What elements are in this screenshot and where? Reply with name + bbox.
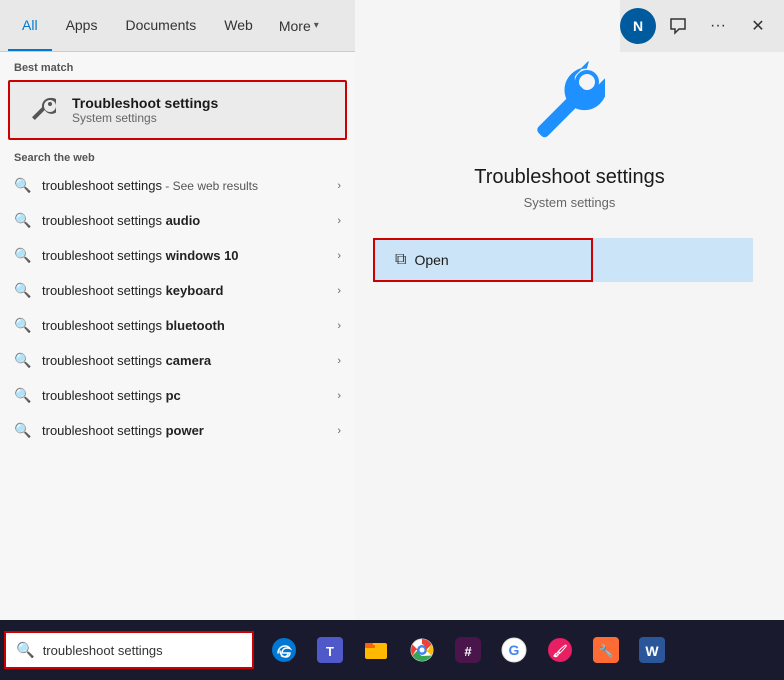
tab-documents[interactable]: Documents xyxy=(111,0,210,51)
wrench-icon xyxy=(24,92,60,128)
search-icon: 🔍 xyxy=(14,247,32,264)
taskbar-app-google[interactable]: G xyxy=(492,628,536,672)
open-button-extension xyxy=(593,238,753,282)
svg-text:T: T xyxy=(326,644,334,659)
search-icon: 🔍 xyxy=(14,212,32,229)
taskbar: 🔍 troubleshoot settings T xyxy=(0,620,784,680)
search-item-text: troubleshoot settings power xyxy=(42,423,327,438)
taskbar-app-chrome[interactable] xyxy=(400,628,444,672)
search-icon: 🔍 xyxy=(14,282,32,299)
chevron-right-icon: › xyxy=(337,250,341,262)
search-icon: 🔍 xyxy=(14,352,32,369)
large-wrench-icon xyxy=(525,60,615,150)
search-icon: 🔍 xyxy=(14,422,32,439)
chevron-down-icon: ▾ xyxy=(314,20,319,31)
list-item[interactable]: 🔍 troubleshoot settings audio › xyxy=(0,203,355,238)
right-panel-title: Troubleshoot settings xyxy=(474,166,664,189)
tab-all[interactable]: All xyxy=(8,0,52,51)
right-panel-subtitle: System settings xyxy=(524,195,616,210)
search-item-text: troubleshoot settings - See web results xyxy=(42,178,327,193)
search-icon: 🔍 xyxy=(14,177,32,194)
taskbar-search-icon: 🔍 xyxy=(16,641,35,659)
user-avatar[interactable]: N xyxy=(620,8,656,44)
search-panel: All Apps Documents Web More ▾ Best match… xyxy=(0,0,355,620)
list-item[interactable]: 🔍 troubleshoot settings windows 10 › xyxy=(0,238,355,273)
tab-web[interactable]: Web xyxy=(210,0,267,51)
svg-text:G: G xyxy=(509,642,520,658)
search-icon: 🔍 xyxy=(14,387,32,404)
taskbar-search-text: troubleshoot settings xyxy=(43,643,163,658)
svg-text:🔧: 🔧 xyxy=(599,643,614,658)
svg-text:W: W xyxy=(645,643,659,659)
chevron-right-icon: › xyxy=(337,285,341,297)
list-item[interactable]: 🔍 troubleshoot settings - See web result… xyxy=(0,168,355,203)
list-item[interactable]: 🔍 troubleshoot settings camera › xyxy=(0,343,355,378)
more-options-button[interactable]: ··· xyxy=(700,8,736,44)
best-match-subtitle: System settings xyxy=(72,111,218,125)
svg-text:🖌: 🖌 xyxy=(552,644,567,658)
search-item-text: troubleshoot settings bluetooth xyxy=(42,318,327,333)
close-button[interactable]: ✕ xyxy=(740,8,776,44)
chevron-right-icon: › xyxy=(337,180,341,192)
chevron-right-icon: › xyxy=(337,355,341,367)
taskbar-app-8[interactable]: 🔧 xyxy=(584,628,628,672)
search-icon: 🔍 xyxy=(14,317,32,334)
taskbar-app-slack[interactable]: # xyxy=(446,628,490,672)
tab-more[interactable]: More ▾ xyxy=(267,0,331,51)
search-item-text: troubleshoot settings pc xyxy=(42,388,327,403)
search-item-text: troubleshoot settings keyboard xyxy=(42,283,327,298)
search-item-text: troubleshoot settings camera xyxy=(42,353,327,368)
tab-apps[interactable]: Apps xyxy=(52,0,112,51)
feedback-button[interactable] xyxy=(660,8,696,44)
chevron-right-icon: › xyxy=(337,390,341,402)
tabs-bar: All Apps Documents Web More ▾ xyxy=(0,0,355,52)
best-match-title: Troubleshoot settings xyxy=(72,95,218,111)
taskbar-app-word[interactable]: W xyxy=(630,628,674,672)
list-item[interactable]: 🔍 troubleshoot settings bluetooth › xyxy=(0,308,355,343)
web-search-label: Search the web xyxy=(0,140,355,168)
best-match-label: Best match xyxy=(0,52,355,80)
open-button[interactable]: ⧉ Open xyxy=(373,238,593,282)
chevron-right-icon: › xyxy=(337,215,341,227)
taskbar-search-box[interactable]: 🔍 troubleshoot settings xyxy=(4,631,254,669)
taskbar-app-explorer[interactable] xyxy=(354,628,398,672)
search-item-text: troubleshoot settings windows 10 xyxy=(42,248,327,263)
right-panel: Troubleshoot settings System settings ⧉ … xyxy=(355,0,784,620)
window-controls: N ··· ✕ xyxy=(620,0,784,52)
best-match-text: Troubleshoot settings System settings xyxy=(72,95,218,125)
taskbar-app-edge[interactable] xyxy=(262,628,306,672)
taskbar-app-7[interactable]: 🖌 xyxy=(538,628,582,672)
open-button-container: ⧉ Open xyxy=(373,238,753,282)
list-item[interactable]: 🔍 troubleshoot settings power › xyxy=(0,413,355,448)
list-item[interactable]: 🔍 troubleshoot settings keyboard › xyxy=(0,273,355,308)
open-window-icon: ⧉ xyxy=(395,251,406,269)
best-match-item[interactable]: Troubleshoot settings System settings xyxy=(8,80,347,140)
chevron-right-icon: › xyxy=(337,320,341,332)
taskbar-app-teams[interactable]: T xyxy=(308,628,352,672)
list-item[interactable]: 🔍 troubleshoot settings pc › xyxy=(0,378,355,413)
chevron-right-icon: › xyxy=(337,425,341,437)
svg-text:#: # xyxy=(464,644,472,659)
search-item-text: troubleshoot settings audio xyxy=(42,213,327,228)
